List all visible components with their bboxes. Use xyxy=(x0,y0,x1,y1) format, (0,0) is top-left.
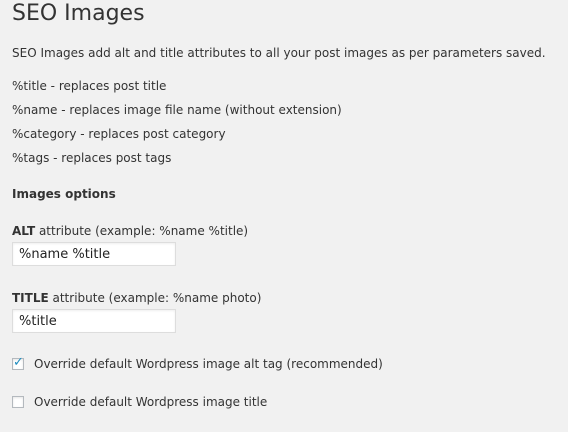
alt-attribute-input[interactable] xyxy=(12,242,176,266)
page-title: SEO Images xyxy=(12,1,145,26)
token-list: %title - replaces post title %name - rep… xyxy=(12,79,342,175)
token-item-name: %name - replaces image file name (withou… xyxy=(12,103,342,117)
alt-label-rest: attribute (example: %name %title) xyxy=(35,224,249,238)
override-alt-checkbox[interactable]: ✓ xyxy=(12,355,24,370)
title-label-rest: attribute (example: %name photo) xyxy=(48,291,262,305)
override-title-row[interactable]: Override default Wordpress image title xyxy=(12,395,267,409)
title-attribute-label: TITLE attribute (example: %name photo) xyxy=(12,291,261,305)
images-options-heading: Images options xyxy=(12,187,116,201)
token-item-tags: %tags - replaces post tags xyxy=(12,151,172,165)
alt-label-strong: ALT xyxy=(12,224,36,238)
check-mark-icon: ✓ xyxy=(13,355,24,370)
title-attribute-input[interactable] xyxy=(12,309,176,333)
token-item-title: %title - replaces post title xyxy=(12,79,167,93)
token-item-category: %category - replaces post category xyxy=(12,127,226,141)
override-title-label[interactable]: Override default Wordpress image title xyxy=(34,395,267,409)
override-alt-label[interactable]: Override default Wordpress image alt tag… xyxy=(34,357,383,371)
override-alt-row[interactable]: ✓ Override default Wordpress image alt t… xyxy=(12,355,383,371)
override-title-checkbox[interactable] xyxy=(12,396,24,408)
settings-page: SEO Images SEO Images add alt and title … xyxy=(0,0,568,432)
alt-attribute-label: ALT attribute (example: %name %title) xyxy=(12,224,248,238)
page-description: SEO Images add alt and title attributes … xyxy=(12,46,546,60)
title-label-strong: TITLE xyxy=(12,291,49,305)
